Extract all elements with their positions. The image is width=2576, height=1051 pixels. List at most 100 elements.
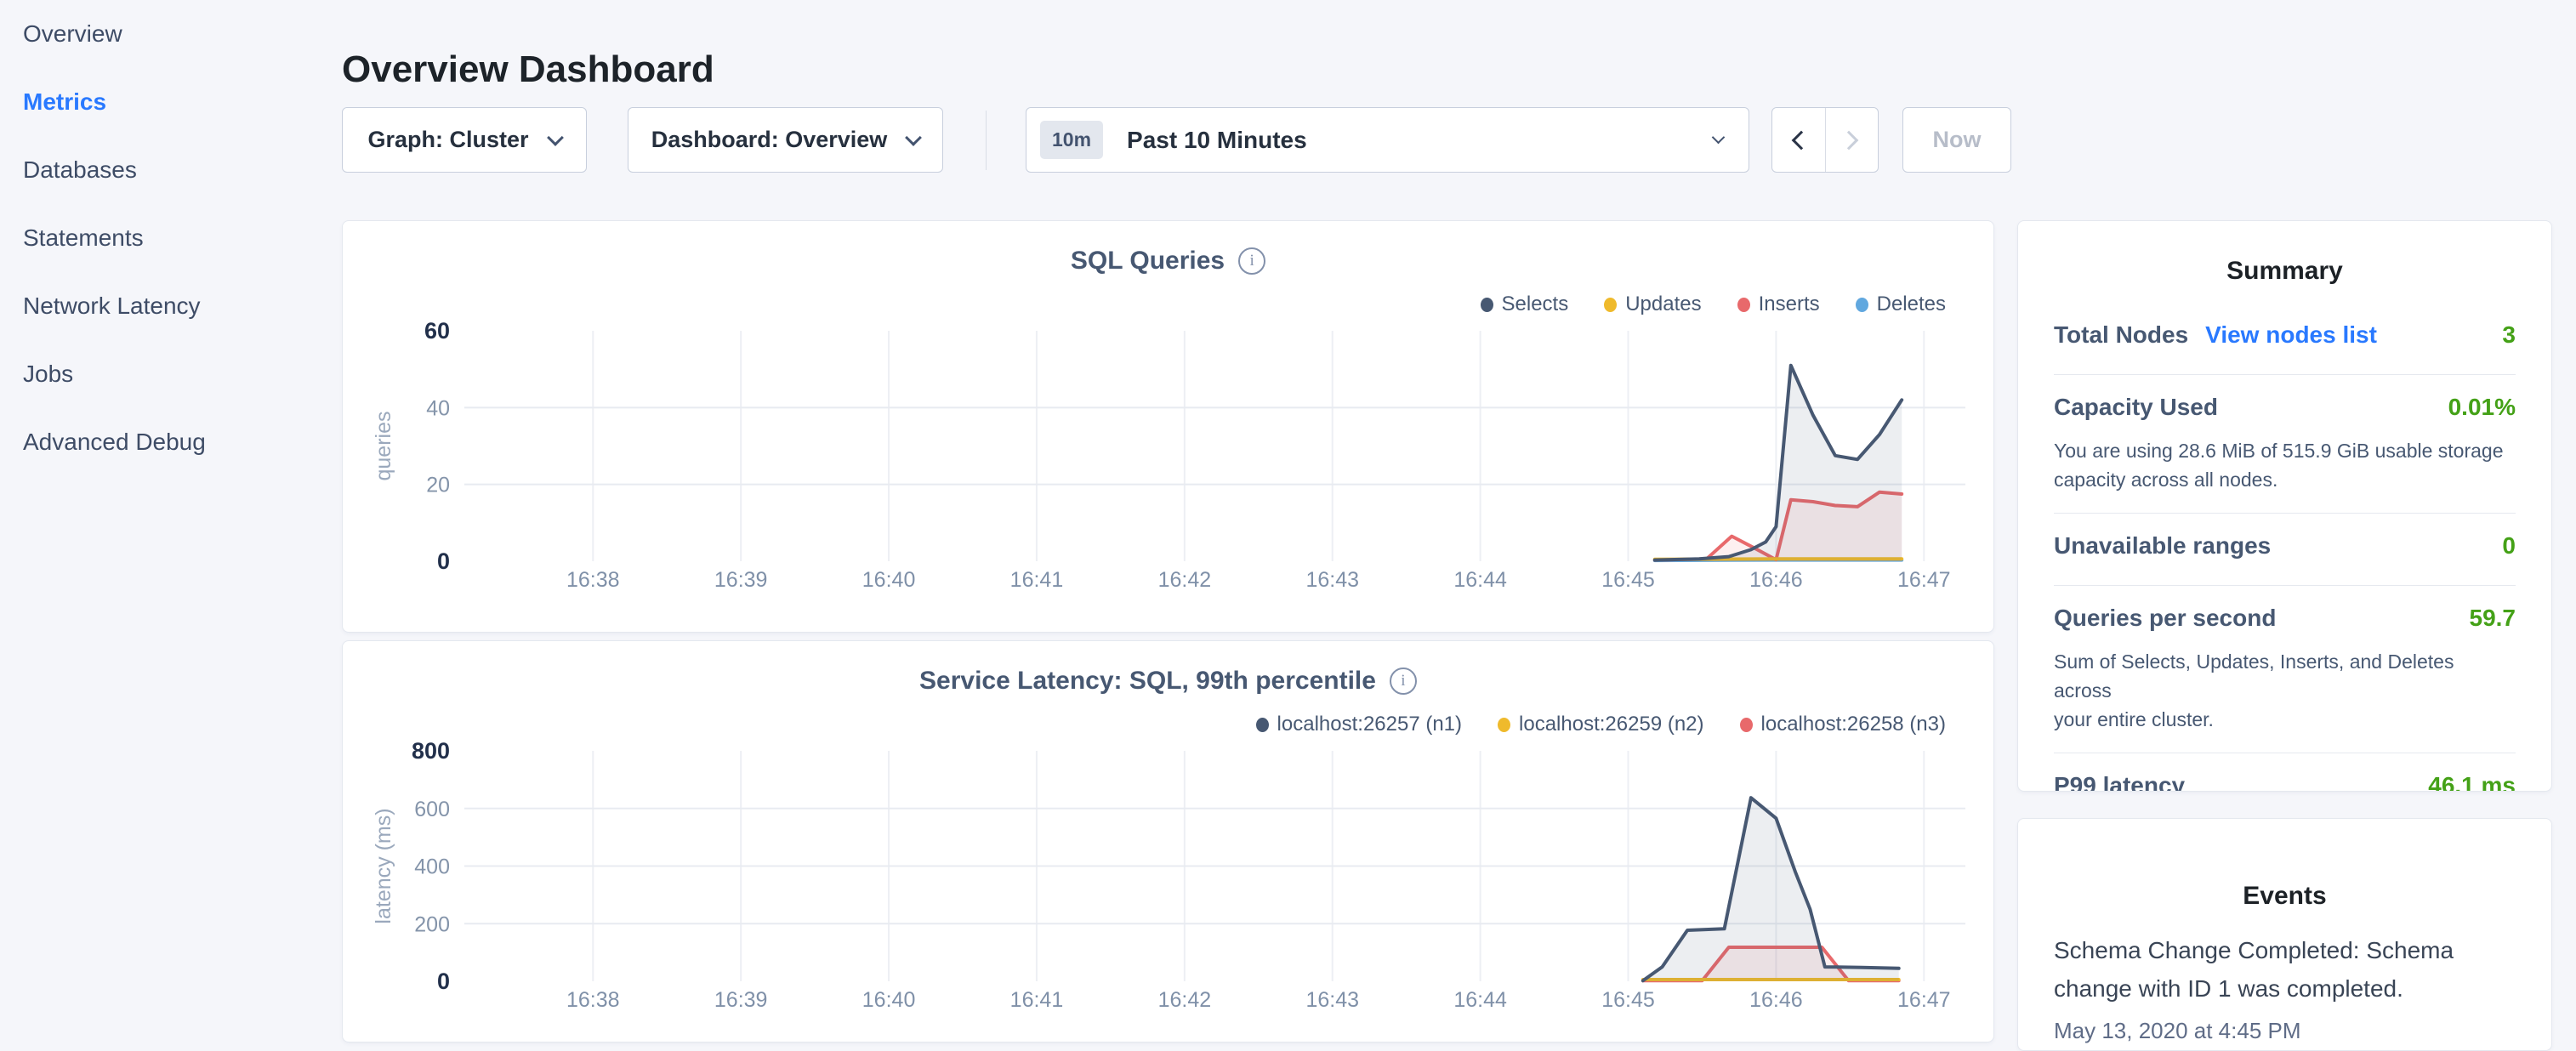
sidebar-item-jobs[interactable]: Jobs	[0, 340, 340, 408]
svg-text:200: 200	[414, 912, 450, 936]
legend-label: Inserts	[1759, 293, 1820, 316]
svg-text:16:39: 16:39	[714, 568, 768, 592]
summary-row-value: 0.01%	[2448, 394, 2516, 421]
svg-text:16:43: 16:43	[1305, 988, 1359, 1012]
sidebar-item-network-latency[interactable]: Network Latency	[0, 272, 340, 340]
summary-row-description: You are using 28.6 MiB of 515.9 GiB usab…	[2054, 436, 2516, 494]
legend-dot-icon	[1737, 298, 1750, 312]
legend-item[interactable]: localhost:26258 (n3)	[1740, 713, 1946, 736]
next-interval-button[interactable]	[1826, 108, 1879, 172]
service-latency-card: 16:3816:3916:4016:4116:4216:4316:4416:45…	[342, 640, 1994, 1042]
toolbar-divider	[986, 111, 987, 170]
svg-text:16:39: 16:39	[714, 988, 768, 1012]
summary-row-total-nodes: Total Nodes View nodes list 3	[2054, 303, 2516, 374]
svg-text:16:40: 16:40	[862, 568, 916, 592]
chart-title-row: SQL Queries i	[343, 247, 1993, 276]
legend-dot-icon	[1498, 718, 1510, 732]
event-text: Schema Change Completed: Schema change w…	[2054, 931, 2516, 1008]
chevron-right-icon	[1840, 130, 1859, 150]
svg-text:600: 600	[414, 798, 450, 821]
service-latency-chart[interactable]: 16:3816:3916:4016:4116:4216:4316:4416:45…	[343, 641, 1995, 1043]
chevron-down-icon	[905, 129, 922, 146]
svg-text:16:46: 16:46	[1749, 988, 1803, 1012]
legend-label: Deletes	[1877, 293, 1946, 316]
svg-text:16:45: 16:45	[1601, 568, 1655, 592]
svg-text:16:46: 16:46	[1749, 568, 1803, 592]
time-pager	[1771, 107, 1879, 173]
sidebar-item-statements[interactable]: Statements	[0, 204, 340, 272]
page-title: Overview Dashboard	[342, 48, 714, 91]
sidebar-item-overview[interactable]: Overview	[0, 0, 340, 68]
svg-text:20: 20	[426, 474, 450, 497]
dashboard-dropdown-label: Dashboard: Overview	[651, 127, 888, 153]
summary-row-p99-latency: P99 latency 46.1 ms	[2054, 753, 2516, 792]
sidebar-item-metrics[interactable]: Metrics	[0, 68, 340, 136]
svg-text:0: 0	[437, 548, 450, 574]
legend-item[interactable]: Selects	[1481, 293, 1569, 316]
svg-text:queries: queries	[372, 412, 395, 481]
time-range-badge: 10m	[1040, 121, 1103, 159]
svg-text:16:38: 16:38	[566, 568, 620, 592]
legend-item[interactable]: localhost:26257 (n1)	[1256, 713, 1462, 736]
svg-text:latency (ms): latency (ms)	[372, 808, 395, 923]
summary-row-label: P99 latency	[2054, 772, 2185, 792]
svg-text:16:38: 16:38	[566, 988, 620, 1012]
app-root: Overview Metrics Databases Statements Ne…	[0, 0, 2576, 1051]
svg-text:16:40: 16:40	[862, 988, 916, 1012]
sidebar-item-databases[interactable]: Databases	[0, 136, 340, 204]
event-timestamp: May 13, 2020 at 4:45 PM	[2054, 1018, 2516, 1044]
chart-title: SQL Queries	[1071, 247, 1225, 276]
svg-text:16:41: 16:41	[1010, 568, 1064, 592]
chart-legend: localhost:26257 (n1) localhost:26259 (n2)…	[1256, 713, 1946, 736]
legend-item[interactable]: Deletes	[1856, 293, 1946, 316]
summary-row-value: 0	[2502, 532, 2516, 560]
chevron-down-icon	[1712, 131, 1726, 145]
prev-interval-button[interactable]	[1772, 108, 1826, 172]
legend-label: localhost:26257 (n1)	[1277, 713, 1462, 736]
chart-legend: Selects Updates Inserts Deletes	[1481, 293, 1947, 316]
time-range-selector[interactable]: 10m Past 10 Minutes	[1026, 107, 1749, 173]
sql-queries-chart[interactable]: 16:3816:3916:4016:4116:4216:4316:4416:45…	[343, 221, 1995, 633]
chart-title-row: Service Latency: SQL, 99th percentile i	[343, 667, 1993, 696]
sidebar-item-advanced-debug[interactable]: Advanced Debug	[0, 408, 340, 476]
chevron-left-icon	[1791, 130, 1811, 150]
svg-text:400: 400	[414, 855, 450, 879]
svg-text:800: 800	[412, 738, 450, 764]
summary-title: Summary	[2054, 221, 2516, 286]
view-nodes-link[interactable]: View nodes list	[2205, 321, 2377, 349]
summary-row-capacity-used: Capacity Used 0.01% You are using 28.6 M…	[2054, 374, 2516, 513]
summary-row-label: Capacity Used	[2054, 394, 2218, 421]
svg-text:16:41: 16:41	[1010, 988, 1064, 1012]
info-icon[interactable]: i	[1390, 668, 1417, 695]
legend-label: Selects	[1502, 293, 1569, 316]
chart-title: Service Latency: SQL, 99th percentile	[919, 667, 1376, 696]
legend-item[interactable]: Updates	[1604, 293, 1701, 316]
dashboard-dropdown[interactable]: Dashboard: Overview	[628, 107, 943, 173]
summary-row-label: Unavailable ranges	[2054, 532, 2271, 560]
summary-row-label: Queries per second	[2054, 605, 2276, 632]
svg-text:0: 0	[437, 969, 450, 994]
svg-text:16:44: 16:44	[1453, 568, 1507, 592]
summary-row-queries-per-second: Queries per second 59.7 Sum of Selects, …	[2054, 585, 2516, 753]
info-icon[interactable]: i	[1238, 247, 1265, 275]
legend-dot-icon	[1256, 718, 1269, 732]
graph-dropdown[interactable]: Graph: Cluster	[342, 107, 587, 173]
now-button-label: Now	[1933, 127, 1982, 153]
summary-row-description: Sum of Selects, Updates, Inserts, and De…	[2054, 647, 2516, 734]
chevron-down-icon	[547, 129, 564, 146]
svg-text:16:47: 16:47	[1897, 988, 1951, 1012]
svg-text:16:47: 16:47	[1897, 568, 1951, 592]
events-card: Events Schema Change Completed: Schema c…	[2017, 818, 2552, 1051]
legend-item[interactable]: localhost:26259 (n2)	[1498, 713, 1703, 736]
now-button[interactable]: Now	[1902, 107, 2011, 173]
legend-dot-icon	[1856, 298, 1868, 312]
legend-label: Updates	[1625, 293, 1701, 316]
summary-row-unavailable-ranges: Unavailable ranges 0	[2054, 513, 2516, 585]
summary-row-value: 46.1 ms	[2428, 772, 2516, 792]
sidebar: Overview Metrics Databases Statements Ne…	[0, 0, 340, 1051]
event-item[interactable]: Schema Change Completed: Schema change w…	[2054, 931, 2516, 1044]
legend-item[interactable]: Inserts	[1737, 293, 1820, 316]
summary-card: Summary Total Nodes View nodes list 3 Ca…	[2017, 220, 2552, 792]
legend-dot-icon	[1740, 718, 1753, 732]
svg-text:60: 60	[424, 318, 450, 344]
